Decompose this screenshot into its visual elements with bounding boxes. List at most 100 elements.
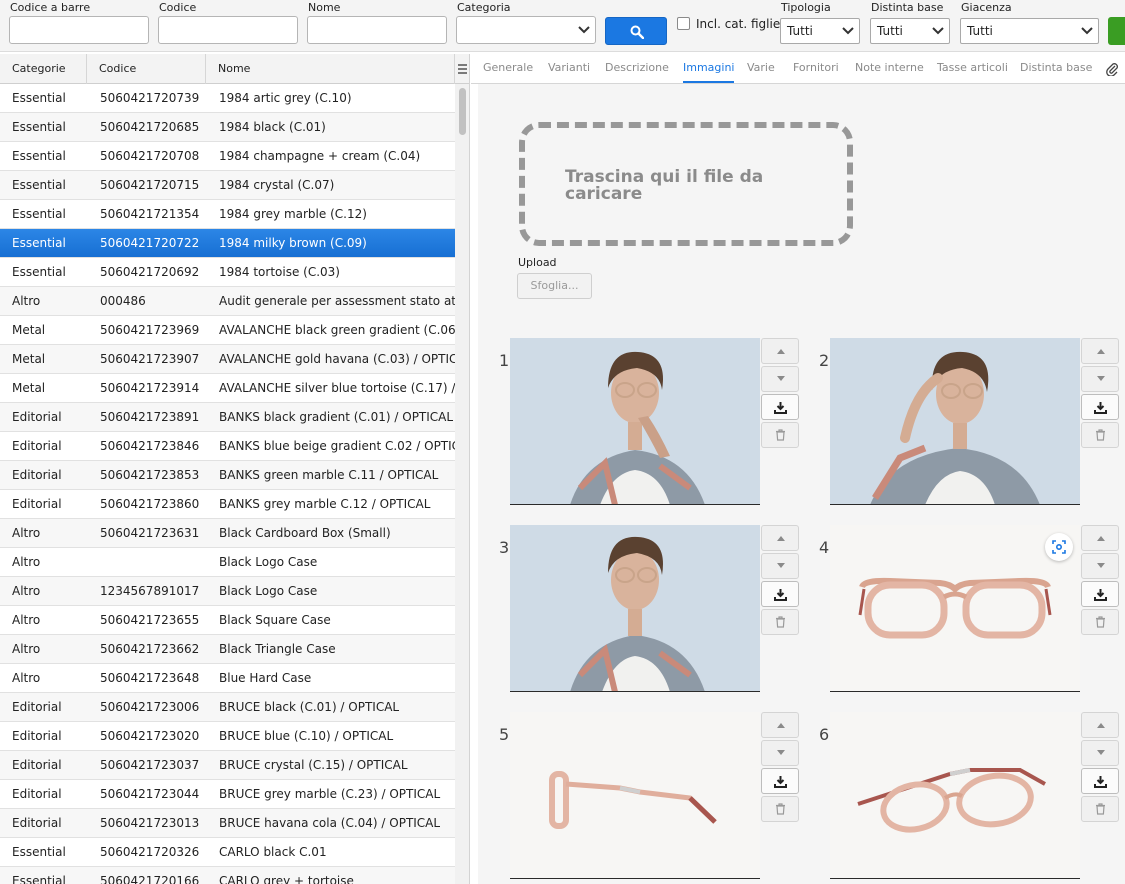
cell-code: 5060421723846 bbox=[100, 439, 200, 453]
include-children-checkbox[interactable] bbox=[677, 17, 690, 30]
column-header-categorie[interactable]: Categorie bbox=[0, 54, 87, 84]
table-row[interactable]: Editorial 5060421723853 BANKS green marble… bbox=[0, 461, 455, 490]
download-button[interactable] bbox=[761, 768, 799, 794]
table-row[interactable]: Essential 5060421720739 1984 artic grey (C… bbox=[0, 84, 455, 113]
column-header-codice[interactable]: Codice bbox=[87, 54, 206, 84]
tab-immagini[interactable]: Immagini bbox=[683, 54, 735, 83]
move-down-button[interactable] bbox=[1081, 553, 1119, 579]
search-button[interactable] bbox=[605, 17, 667, 45]
column-header-nome[interactable]: Nome bbox=[206, 54, 455, 84]
table-row[interactable]: Essential 5060421721354 1984 grey marble (… bbox=[0, 200, 455, 229]
name-label: Nome bbox=[308, 1, 341, 14]
tab-note-interne[interactable]: Note interne bbox=[855, 54, 924, 83]
move-down-button[interactable] bbox=[761, 740, 799, 766]
move-up-button[interactable] bbox=[1081, 338, 1119, 364]
tab-distinta-base[interactable]: Distinta base bbox=[1020, 54, 1092, 83]
paperclip-icon[interactable] bbox=[1105, 62, 1119, 79]
table-row[interactable]: Metal 5060421723969 AVALANCHE black green … bbox=[0, 316, 455, 345]
product-image-2[interactable] bbox=[830, 338, 1080, 505]
filter-bar: Codice a barre Codice Nome Categoria Inc… bbox=[0, 0, 1125, 52]
image-number: 2 bbox=[819, 351, 830, 370]
cell-category: Altro bbox=[12, 671, 41, 685]
product-image-1[interactable] bbox=[510, 338, 760, 505]
product-image-3[interactable] bbox=[510, 525, 760, 692]
download-button[interactable] bbox=[1081, 581, 1119, 607]
cell-name: AVALANCHE silver blue tortoise (C.17) / … bbox=[219, 381, 455, 395]
category-select[interactable] bbox=[456, 16, 596, 44]
table-row[interactable]: Essential 5060421720166 CARLO grey + torto… bbox=[0, 867, 455, 884]
tab-varianti[interactable]: Varianti bbox=[548, 54, 590, 83]
download-button[interactable] bbox=[761, 581, 799, 607]
browse-button[interactable]: Sfoglia... bbox=[517, 273, 592, 299]
table-row[interactable]: Essential 5060421720326 CARLO black C.01 bbox=[0, 838, 455, 867]
cell-category: Essential bbox=[12, 207, 66, 221]
tab-generale[interactable]: Generale bbox=[483, 54, 533, 83]
delete-button[interactable] bbox=[761, 609, 799, 635]
product-image-4[interactable] bbox=[830, 525, 1080, 692]
move-down-button[interactable] bbox=[1081, 366, 1119, 392]
table-row[interactable]: Essential 5060421720722 1984 milky brown (… bbox=[0, 229, 455, 258]
download-button[interactable] bbox=[761, 394, 799, 420]
table-row[interactable]: Editorial 5060421723006 BRUCE black (C.01)… bbox=[0, 693, 455, 722]
table-row[interactable]: Altro 5060421723662 Black Triangle Case bbox=[0, 635, 455, 664]
zoom-button[interactable] bbox=[1045, 533, 1073, 561]
cell-code: 5060421723020 bbox=[100, 729, 200, 743]
move-up-button[interactable] bbox=[761, 525, 799, 551]
apply-button[interactable] bbox=[1108, 17, 1125, 45]
table-row[interactable]: Altro 1234567891017 Black Logo Case bbox=[0, 577, 455, 606]
stock-select[interactable]: Tutti bbox=[960, 18, 1099, 44]
delete-button[interactable] bbox=[761, 422, 799, 448]
cell-code: 5060421723044 bbox=[100, 787, 200, 801]
table-row[interactable]: Altro Black Logo Case bbox=[0, 548, 455, 577]
table-row[interactable]: Editorial 5060421723020 BRUCE blue (C.10) … bbox=[0, 722, 455, 751]
table-row[interactable]: Editorial 5060421723846 BANKS blue beige g… bbox=[0, 432, 455, 461]
name-input[interactable] bbox=[307, 16, 447, 44]
table-row[interactable]: Editorial 5060421723044 BRUCE grey marble … bbox=[0, 780, 455, 809]
download-button[interactable] bbox=[1081, 768, 1119, 794]
move-down-button[interactable] bbox=[1081, 740, 1119, 766]
tab-tasse-articoli[interactable]: Tasse articoli bbox=[937, 54, 1008, 83]
column-menu-icon[interactable] bbox=[455, 54, 469, 84]
tab-fornitori[interactable]: Fornitori bbox=[793, 54, 839, 83]
code-input[interactable] bbox=[158, 16, 298, 44]
table-row[interactable]: Essential 5060421720715 1984 crystal (C.07… bbox=[0, 171, 455, 200]
delete-button[interactable] bbox=[1081, 609, 1119, 635]
tab-varie[interactable]: Varie bbox=[747, 54, 775, 83]
product-image-5[interactable] bbox=[510, 712, 760, 879]
table-row[interactable]: Essential 5060421720708 1984 champagne + c… bbox=[0, 142, 455, 171]
table-row[interactable]: Editorial 5060421723037 BRUCE crystal (C.1… bbox=[0, 751, 455, 780]
grid-scrollbar[interactable] bbox=[455, 84, 469, 884]
move-up-button[interactable] bbox=[761, 712, 799, 738]
type-select[interactable]: Tutti bbox=[780, 18, 860, 44]
grid-scroll-thumb[interactable] bbox=[459, 88, 466, 135]
move-up-button[interactable] bbox=[1081, 525, 1119, 551]
table-row[interactable]: Metal 5060421723907 AVALANCHE gold havana … bbox=[0, 345, 455, 374]
cell-name: 1984 tortoise (C.03) bbox=[219, 265, 340, 279]
delete-button[interactable] bbox=[1081, 796, 1119, 822]
move-down-button[interactable] bbox=[761, 366, 799, 392]
barcode-label: Codice a barre bbox=[10, 1, 91, 14]
tab-descrizione[interactable]: Descrizione bbox=[605, 54, 669, 83]
table-row[interactable]: Altro 5060421723655 Black Square Case bbox=[0, 606, 455, 635]
download-button[interactable] bbox=[1081, 394, 1119, 420]
move-up-button[interactable] bbox=[761, 338, 799, 364]
cell-category: Altro bbox=[12, 642, 41, 656]
table-row[interactable]: Metal 5060421723914 AVALANCHE silver blue … bbox=[0, 374, 455, 403]
table-row[interactable]: Essential 5060421720685 1984 black (C.01) bbox=[0, 113, 455, 142]
cell-name: CARLO grey + tortoise bbox=[219, 874, 354, 884]
move-up-button[interactable] bbox=[1081, 712, 1119, 738]
table-row[interactable]: Editorial 5060421723891 BANKS black gradie… bbox=[0, 403, 455, 432]
table-row[interactable]: Altro 5060421723631 Black Cardboard Box (S… bbox=[0, 519, 455, 548]
table-row[interactable]: Editorial 5060421723013 BRUCE havana cola … bbox=[0, 809, 455, 838]
bom-select[interactable]: Tutti bbox=[870, 18, 950, 44]
table-row[interactable]: Essential 5060421720692 1984 tortoise (C.0… bbox=[0, 258, 455, 287]
product-image-6[interactable] bbox=[830, 712, 1080, 879]
barcode-input[interactable] bbox=[9, 16, 149, 44]
cell-name: BANKS green marble C.11 / OPTICAL bbox=[219, 468, 439, 482]
delete-button[interactable] bbox=[1081, 422, 1119, 448]
table-row[interactable]: Altro 000486 Audit generale per assessment… bbox=[0, 287, 455, 316]
table-row[interactable]: Editorial 5060421723860 BANKS grey marble … bbox=[0, 490, 455, 519]
table-row[interactable]: Altro 5060421723648 Blue Hard Case bbox=[0, 664, 455, 693]
move-down-button[interactable] bbox=[761, 553, 799, 579]
delete-button[interactable] bbox=[761, 796, 799, 822]
